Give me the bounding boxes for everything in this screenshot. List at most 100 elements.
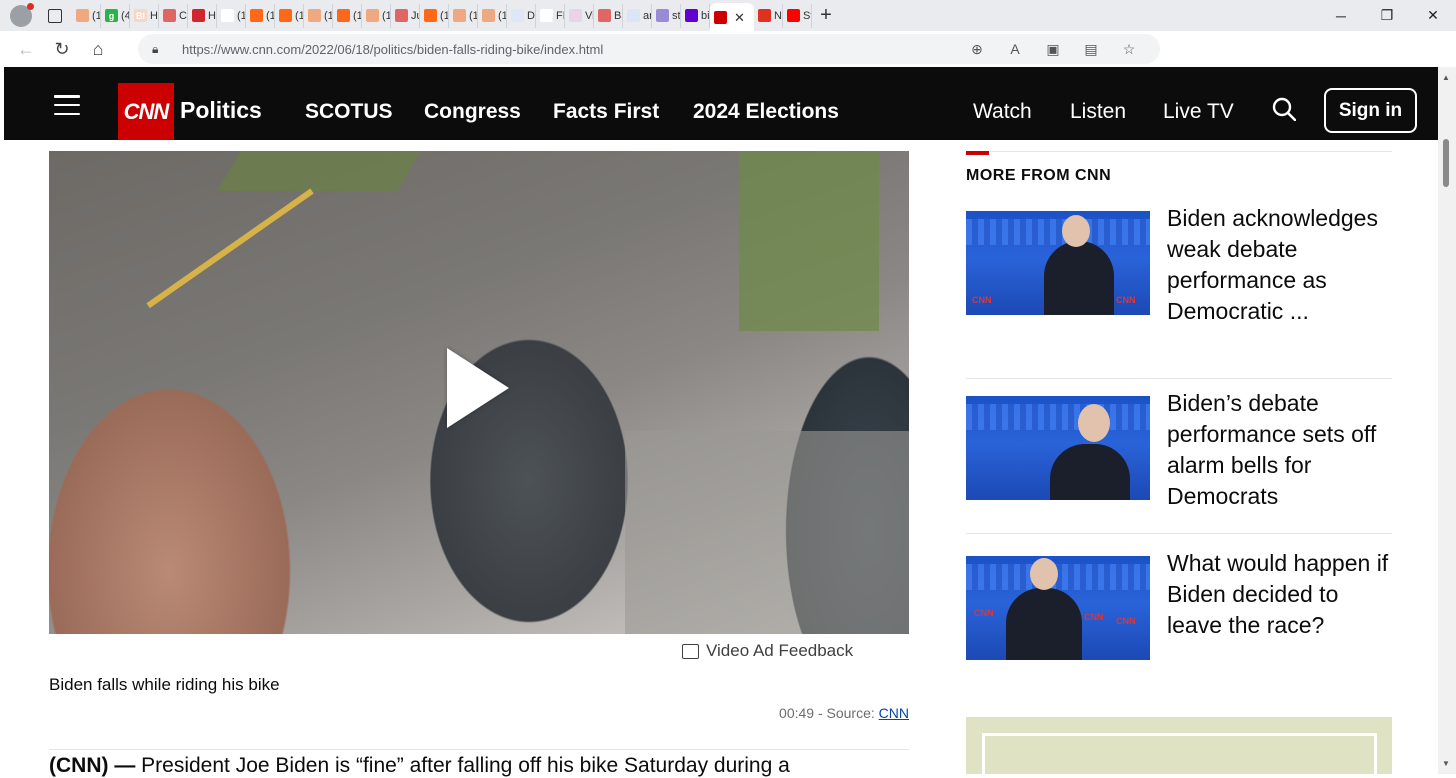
browser-tab[interactable]: FD [536, 3, 565, 28]
tab-favicon [656, 9, 669, 22]
nav-link-scotus[interactable]: SCOTUS [305, 100, 393, 124]
home-button[interactable]: ⌂ [80, 34, 116, 64]
tab-label: (10 [237, 9, 245, 22]
play-icon[interactable] [447, 348, 509, 428]
browser-tab[interactable]: ste [652, 3, 681, 28]
browser-tab[interactable]: (10 [246, 3, 275, 28]
tab-label: Ho [208, 9, 216, 22]
video-scene-sidewalk [625, 431, 909, 634]
tab-label: bic [701, 9, 710, 22]
sidebar-item-title[interactable]: Biden acknowledges weak debate performan… [1167, 203, 1393, 327]
browser-tab[interactable]: (10 [449, 3, 478, 28]
browser-tab[interactable]: Ho [188, 3, 217, 28]
address-bar-row: ← ↻ ⌂ 🔒︎ https://www.cnn.com/2022/06/18/… [0, 31, 1456, 91]
tab-label: (10 [382, 9, 390, 22]
section-title[interactable]: Politics [180, 97, 262, 124]
new-tab-button[interactable]: + [812, 4, 840, 27]
tab-label: (10 [469, 9, 477, 22]
scrollbar-thumb[interactable] [1443, 139, 1449, 187]
tab-label: Sto [803, 9, 811, 22]
browser-tab[interactable]: Vic [565, 3, 594, 28]
tab-favicon [627, 9, 640, 22]
scroll-up-icon[interactable]: ▲ [1442, 73, 1450, 82]
browser-tab[interactable]: Jul [391, 3, 420, 28]
browser-tab[interactable]: bic [681, 3, 710, 28]
tab-label: (43 [121, 9, 129, 22]
minimize-button[interactable]: ─ [1318, 0, 1364, 31]
sidebar-item-title[interactable]: What would happen if Biden decided to le… [1167, 548, 1393, 641]
browser-tab[interactable]: (10 [333, 3, 362, 28]
read-aloud-icon[interactable]: A [996, 41, 1034, 57]
sidebar-item-thumbnail[interactable] [966, 396, 1150, 500]
nav-link-watch[interactable]: Watch [973, 100, 1032, 124]
tab-favicon [424, 9, 437, 22]
nav-link-live-tv[interactable]: Live TV [1163, 100, 1234, 124]
browser-tab-active[interactable]: CNN✕ [710, 3, 754, 32]
nav-link-listen[interactable]: Listen [1070, 100, 1126, 124]
sidebar-item-thumbnail[interactable]: CNN CNN [966, 211, 1150, 315]
browser-tab[interactable]: (10 [304, 3, 333, 28]
favorite-star-icon[interactable]: ☆ [1110, 41, 1148, 58]
divider [49, 749, 909, 750]
tab-actions-icon[interactable] [44, 5, 66, 27]
address-bar[interactable]: 🔒︎ https://www.cnn.com/2022/06/18/politi… [138, 34, 1160, 64]
sidebar-item-title[interactable]: Biden’s debate performance sets off alar… [1167, 388, 1393, 512]
video-caption: Biden falls while riding his bike [49, 675, 280, 694]
cnn-header: CNN Politics SCOTUS Congress Facts First… [4, 67, 1438, 140]
browser-tab[interactable]: (10 [478, 3, 507, 28]
window-controls: ─ ❐ ✕ [1318, 0, 1456, 31]
video-ad-feedback-link[interactable]: Video Ad Feedback [682, 641, 853, 661]
profile-avatar-icon[interactable] [10, 2, 34, 27]
nav-link-congress[interactable]: Congress [424, 100, 521, 124]
tab-favicon [511, 9, 524, 22]
tab-label: Ne [774, 9, 782, 22]
tab-favicon [221, 9, 234, 22]
browser-tab[interactable]: (10 [420, 3, 449, 28]
video-player[interactable] [49, 151, 909, 634]
tab-favicon [482, 9, 495, 22]
advertisement[interactable] [966, 717, 1392, 774]
browser-tab[interactable]: (10 [217, 3, 246, 28]
tab-label: (10 [324, 9, 332, 22]
browser-tab[interactable]: Bal [594, 3, 623, 28]
tab-favicon [569, 9, 582, 22]
browser-tab[interactable]: (10 [72, 3, 101, 28]
tab-label: Jul [411, 9, 419, 22]
tab-favicon [366, 9, 379, 22]
browser-tab[interactable]: BIHo [130, 3, 159, 28]
maximize-button[interactable]: ❐ [1364, 0, 1410, 31]
tab-label: (10 [266, 9, 274, 22]
refresh-button[interactable]: ↻ [44, 34, 80, 64]
source-link[interactable]: CNN [879, 705, 909, 721]
browser-tab[interactable]: g(43 [101, 3, 130, 28]
browser-tab[interactable]: (10 [275, 3, 304, 28]
nav-link-facts-first[interactable]: Facts First [553, 100, 659, 124]
browser-tab[interactable]: am [623, 3, 652, 28]
sidebar-item-thumbnail[interactable]: CNN CNN CNN [966, 556, 1150, 660]
close-window-button[interactable]: ✕ [1410, 0, 1456, 31]
browser-tab[interactable]: Da [507, 3, 536, 28]
browser-tab[interactable]: Sto [783, 3, 812, 28]
zoom-icon[interactable]: ⊕ [958, 41, 996, 58]
back-button[interactable]: ← [8, 34, 44, 64]
immersive-reader-icon[interactable]: ▤ [1072, 41, 1110, 58]
page-scrollbar[interactable]: ▲ ▼ [1438, 67, 1456, 774]
browser-tab[interactable]: Ne [754, 3, 783, 28]
scroll-down-icon[interactable]: ▼ [1442, 759, 1450, 768]
tab-favicon: BI [134, 9, 147, 22]
nav-link-2024-elections[interactable]: 2024 Elections [693, 100, 839, 124]
browser-tab[interactable]: Ca [159, 3, 188, 28]
search-icon[interactable] [1272, 97, 1296, 121]
url-text[interactable]: https://www.cnn.com/2022/06/18/politics/… [182, 42, 603, 57]
tab-favicon [395, 9, 408, 22]
tab-label: Ca [179, 9, 187, 22]
browser-tab[interactable]: (10 [362, 3, 391, 28]
app-available-icon[interactable]: ▣ [1034, 41, 1072, 58]
cnn-logo[interactable]: CNN [118, 83, 174, 140]
sign-in-button[interactable]: Sign in [1324, 88, 1417, 133]
lock-icon[interactable]: 🔒︎ [152, 42, 166, 56]
menu-icon[interactable] [54, 95, 80, 115]
close-tab-icon[interactable]: ✕ [734, 10, 745, 26]
sidebar-heading: MORE FROM CNN [966, 167, 1112, 184]
sidebar-divider [966, 151, 1392, 152]
